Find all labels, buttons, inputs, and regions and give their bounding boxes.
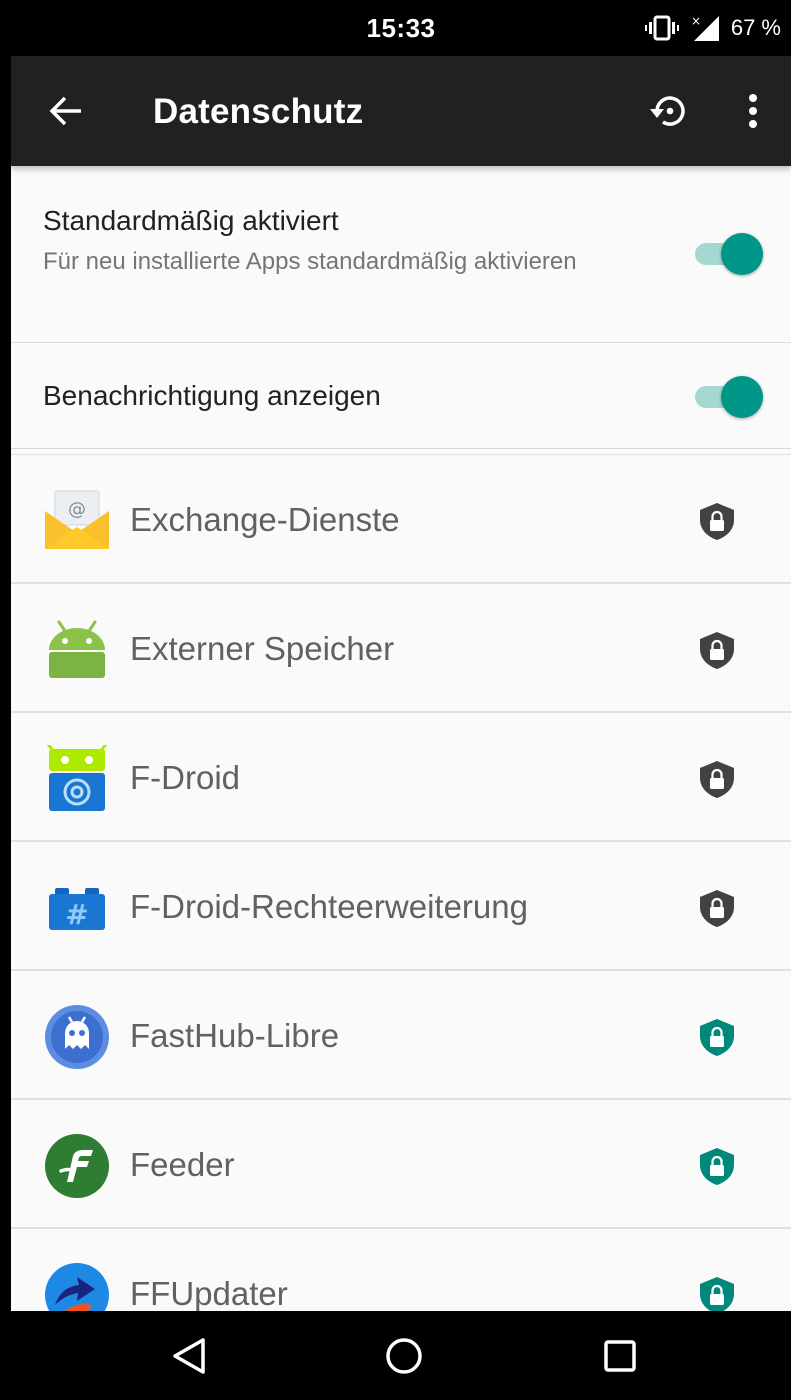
shield-lock-grey-icon[interactable] (697, 501, 737, 541)
shield-lock-grey-icon[interactable] (697, 888, 737, 928)
list-item[interactable]: Externer Speicher (11, 584, 791, 713)
vibrate-icon (644, 15, 679, 41)
battery-percent: 67 % (730, 15, 781, 40)
fdroid-privileged-icon: # (49, 888, 105, 931)
status-indicators: × 67 % (644, 14, 781, 42)
svg-text:#: # (65, 898, 88, 931)
restore-button[interactable] (644, 86, 694, 136)
list-item[interactable]: # F-Droid-Rechteerweiterung (11, 842, 791, 971)
list-item[interactable]: FastHub-Libre (11, 971, 791, 1100)
app-name: Exchange-Dienste (130, 501, 400, 538)
navigation-bar (11, 1311, 791, 1400)
setting-title: Standardmäßig aktiviert (43, 205, 339, 236)
signal-icon: × (691, 14, 719, 41)
show-notification-switch[interactable] (691, 375, 763, 419)
home-circle-icon (386, 1338, 422, 1374)
list-item[interactable]: @ Exchange-Dienste (11, 455, 791, 584)
overflow-menu-icon (749, 94, 757, 128)
fdroid-icon (46, 745, 108, 811)
back-button[interactable] (41, 86, 91, 136)
setting-title: Benachrichtigung anzeigen (43, 380, 381, 411)
nav-back-button[interactable] (164, 1331, 214, 1381)
overflow-menu-button[interactable] (731, 86, 775, 136)
shield-lock-teal-icon[interactable] (697, 1146, 737, 1186)
back-arrow-icon (49, 96, 81, 126)
nav-recents-button[interactable] (595, 1331, 645, 1381)
app-name: FastHub-Libre (130, 1017, 340, 1054)
app-name: FFUpdater (130, 1275, 288, 1312)
exchange-mail-icon: @ (45, 490, 109, 549)
default-enabled-switch[interactable] (691, 232, 763, 276)
feeder-icon (45, 1134, 109, 1198)
page-title: Datenschutz (153, 92, 364, 131)
shield-lock-teal-icon[interactable] (697, 1275, 737, 1315)
app-name: F-Droid-Rechteerweiterung (130, 888, 528, 925)
recents-square-icon (604, 1340, 636, 1372)
app-bar: Datenschutz (11, 56, 791, 166)
screen: 15:33 × 67 % Datenschutz Standardmäßig a… (11, 0, 791, 1400)
setting-summary: Für neu installierte Apps standardmäßig … (43, 248, 577, 275)
svg-text:@: @ (68, 499, 86, 520)
status-bar: 15:33 × 67 % (11, 0, 791, 56)
fasthub-icon (45, 1005, 109, 1069)
svg-text:×: × (691, 14, 701, 28)
shield-lock-grey-icon[interactable] (697, 759, 737, 799)
app-name: Externer Speicher (130, 630, 395, 667)
back-triangle-icon (173, 1338, 205, 1374)
shield-lock-teal-icon[interactable] (697, 1017, 737, 1057)
switch-thumb (721, 376, 763, 418)
restore-icon (650, 96, 685, 126)
nav-home-button[interactable] (379, 1331, 429, 1381)
shield-lock-grey-icon[interactable] (697, 630, 737, 670)
setting-default-enabled[interactable]: Standardmäßig aktiviert Für neu installi… (11, 166, 791, 343)
app-name: F-Droid (130, 759, 241, 796)
list-item[interactable]: F-Droid (11, 713, 791, 842)
app-name: Feeder (130, 1146, 235, 1183)
setting-show-notification[interactable]: Benachrichtigung anzeigen (11, 343, 791, 449)
android-icon (49, 620, 105, 678)
list-item[interactable]: Feeder (11, 1100, 791, 1229)
switch-thumb (721, 233, 763, 275)
